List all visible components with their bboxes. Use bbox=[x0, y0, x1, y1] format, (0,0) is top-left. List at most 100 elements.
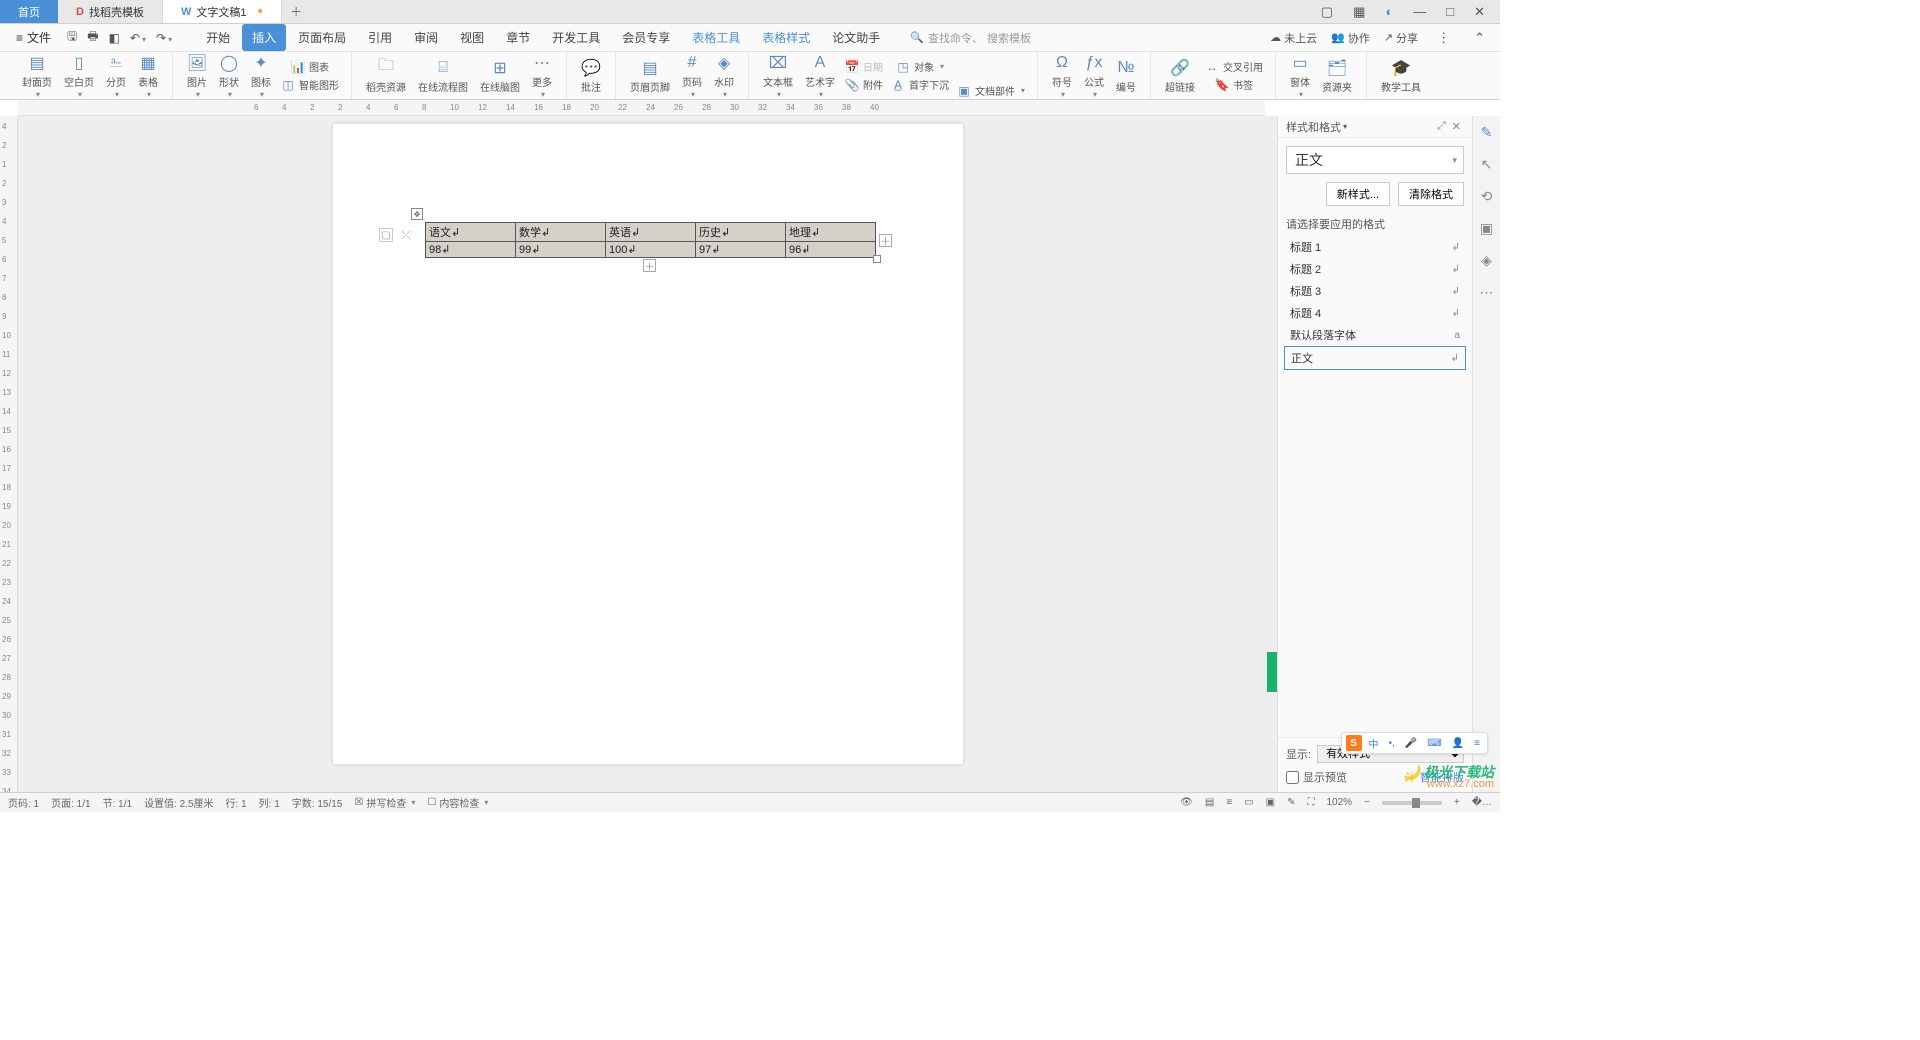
ime-toolbar[interactable]: S 中 •, 🎤 ⌨ 👤 ≡ bbox=[1341, 732, 1488, 754]
status-view-outline-icon[interactable]: ≡ bbox=[1226, 797, 1232, 808]
number-button[interactable]: №编号 bbox=[1110, 58, 1142, 94]
status-page-no[interactable]: 页码: 1 bbox=[8, 795, 39, 810]
table-cell[interactable]: 地理↲ bbox=[786, 223, 876, 242]
status-view-read-icon[interactable]: ▣ bbox=[1266, 797, 1275, 808]
shape-button[interactable]: ◯形状 bbox=[213, 53, 245, 99]
save-icon[interactable]: 🖫 bbox=[63, 25, 81, 50]
tab-member[interactable]: 会员专享 bbox=[612, 24, 680, 51]
tab-home[interactable]: 首页 bbox=[0, 0, 58, 23]
new-style-button[interactable]: 新样式... bbox=[1326, 182, 1390, 206]
share-button[interactable]: ↗分享 bbox=[1384, 30, 1418, 46]
new-tab-button[interactable]: ＋ bbox=[282, 0, 310, 23]
tab-document[interactable]: W 文字文稿1 • bbox=[163, 0, 282, 23]
more-menu-icon[interactable]: ⋮ bbox=[1432, 30, 1455, 46]
minimize-button[interactable]: — bbox=[1408, 4, 1431, 19]
watermark-button[interactable]: ◈水印 bbox=[708, 53, 740, 99]
header-footer-button[interactable]: ▤页眉页脚 bbox=[624, 58, 676, 94]
smartart-button[interactable]: ◫智能图形 bbox=[277, 76, 343, 93]
undo-icon[interactable]: ↶ bbox=[126, 29, 150, 47]
zoom-out-button[interactable]: − bbox=[1364, 797, 1370, 808]
table-cell[interactable]: 100↲ bbox=[606, 242, 696, 258]
tab-start[interactable]: 开始 bbox=[196, 24, 240, 51]
style-item-heading4[interactable]: 标题 4↲ bbox=[1284, 302, 1466, 324]
table-cell[interactable]: 97↲ bbox=[696, 242, 786, 258]
status-section[interactable]: 节: 1/1 bbox=[103, 795, 132, 810]
ime-menu-icon[interactable]: ≡ bbox=[1471, 738, 1483, 749]
table-cell[interactable]: 99↲ bbox=[516, 242, 606, 258]
style-item-heading3[interactable]: 标题 3↲ bbox=[1284, 280, 1466, 302]
ime-keyboard-icon[interactable]: ⌨ bbox=[1424, 738, 1444, 749]
status-line[interactable]: 行: 1 bbox=[226, 795, 247, 810]
chart-button[interactable]: 📊图表 bbox=[277, 58, 343, 75]
preview-checkbox[interactable]: 显示预览 bbox=[1286, 769, 1347, 785]
maximize-button[interactable]: □ bbox=[1441, 4, 1459, 19]
rail-protect-icon[interactable]: ◈ bbox=[1477, 250, 1497, 270]
table-outline-button[interactable]: ▢ bbox=[379, 228, 393, 242]
style-item-heading2[interactable]: 标题 2↲ bbox=[1284, 258, 1466, 280]
tab-paper-assistant[interactable]: 论文助手 bbox=[822, 24, 890, 51]
tab-table-tools[interactable]: 表格工具 bbox=[682, 24, 750, 51]
print-preview-icon[interactable]: ◧ bbox=[105, 29, 124, 47]
status-position[interactable]: 设置值: 2.5厘米 bbox=[144, 795, 213, 810]
collapse-ribbon-icon[interactable]: ⌃ bbox=[1469, 30, 1490, 46]
status-page[interactable]: 页面: 1/1 bbox=[51, 795, 90, 810]
rail-select-icon[interactable]: ↖ bbox=[1477, 154, 1497, 174]
wordart-button[interactable]: A艺术字 bbox=[799, 53, 841, 99]
close-button[interactable]: ✕ bbox=[1469, 4, 1490, 20]
tab-references[interactable]: 引用 bbox=[358, 24, 402, 51]
grid-icon[interactable]: ▦ bbox=[1348, 4, 1370, 20]
status-view-web-icon[interactable]: ▭ bbox=[1244, 797, 1253, 808]
cloud-status[interactable]: ☁未上云 bbox=[1270, 30, 1317, 46]
command-search[interactable]: 🔍 查找命令、 搜索模板 bbox=[910, 30, 1031, 46]
zoom-in-button[interactable]: + bbox=[1454, 797, 1460, 808]
style-item-heading1[interactable]: 标题 1↲ bbox=[1284, 236, 1466, 258]
status-word-count[interactable]: 字数: 15/15 bbox=[292, 795, 343, 810]
table-move-handle[interactable]: ✥ bbox=[411, 208, 423, 220]
add-row-button[interactable]: ＋ bbox=[643, 259, 656, 272]
redo-icon[interactable]: ↷ bbox=[152, 29, 176, 47]
resource-button[interactable]: 🗂资源夹 bbox=[1316, 58, 1358, 94]
mindmap-button[interactable]: ⊞在线脑图 bbox=[474, 58, 526, 94]
hyperlink-button[interactable]: 🔗超链接 bbox=[1159, 58, 1201, 94]
print-icon[interactable]: 🖶 bbox=[83, 25, 102, 50]
docpart-button[interactable]: ▣文档部件 bbox=[953, 82, 1029, 99]
status-eye-icon[interactable]: 👁 bbox=[1180, 797, 1193, 808]
rail-more-icon[interactable]: ⋯ bbox=[1477, 282, 1497, 302]
tab-page-layout[interactable]: 页面布局 bbox=[288, 24, 356, 51]
preview-checkbox-input[interactable] bbox=[1286, 771, 1299, 784]
user-avatar-icon[interactable]: ◐ bbox=[1380, 4, 1398, 19]
table-cell[interactable]: 98↲ bbox=[426, 242, 516, 258]
tab-templates[interactable]: D 找稻壳模板 bbox=[58, 0, 163, 23]
add-column-button[interactable]: ＋ bbox=[879, 234, 892, 247]
tab-review[interactable]: 审阅 bbox=[404, 24, 448, 51]
more-button[interactable]: ⋯更多 bbox=[526, 53, 558, 99]
ime-voice-icon[interactable]: 🎤 bbox=[1402, 738, 1420, 749]
table-resize-handle[interactable] bbox=[873, 255, 881, 263]
object-button[interactable]: ◳对象 bbox=[887, 58, 953, 75]
table-cell[interactable]: 语文↲ bbox=[426, 223, 516, 242]
tab-table-style[interactable]: 表格样式 bbox=[752, 24, 820, 51]
pin-icon[interactable]: ⤢ bbox=[1434, 120, 1449, 133]
symbol-button[interactable]: Ω符号 bbox=[1046, 53, 1078, 99]
ime-lang[interactable]: 中 bbox=[1366, 736, 1382, 751]
textbox-button[interactable]: ⌧文本框 bbox=[757, 53, 799, 99]
attachment-button[interactable]: 📎附件 bbox=[841, 76, 887, 93]
zoom-level[interactable]: 102% bbox=[1326, 797, 1352, 808]
table-cell[interactable]: 英语↲ bbox=[606, 223, 696, 242]
collab-button[interactable]: 👥协作 bbox=[1331, 30, 1370, 46]
tab-developer[interactable]: 开发工具 bbox=[542, 24, 610, 51]
vertical-ruler[interactable]: 4212345678910111213141516171819202122232… bbox=[0, 116, 18, 792]
ime-punct-icon[interactable]: •, bbox=[1386, 738, 1398, 749]
picture-button[interactable]: 🖼图片 bbox=[181, 53, 213, 99]
cover-page-button[interactable]: ▤封面页 bbox=[16, 53, 58, 99]
rail-layers-icon[interactable]: ▣ bbox=[1477, 218, 1497, 238]
bookmark-button[interactable]: 🔖书签 bbox=[1201, 76, 1267, 93]
icon-button[interactable]: ✦图标 bbox=[245, 53, 277, 99]
status-view-page-icon[interactable]: ▤ bbox=[1205, 797, 1214, 808]
crossref-button[interactable]: ↔交叉引用 bbox=[1201, 58, 1267, 75]
blank-page-button[interactable]: ▯空白页 bbox=[58, 53, 100, 99]
close-pane-icon[interactable]: ✕ bbox=[1449, 120, 1464, 133]
rail-styles-icon[interactable]: ✎ bbox=[1477, 122, 1497, 142]
style-item-body[interactable]: 正文↲ bbox=[1284, 346, 1466, 370]
file-menu-button[interactable]: ≡ 文件 bbox=[10, 29, 57, 46]
